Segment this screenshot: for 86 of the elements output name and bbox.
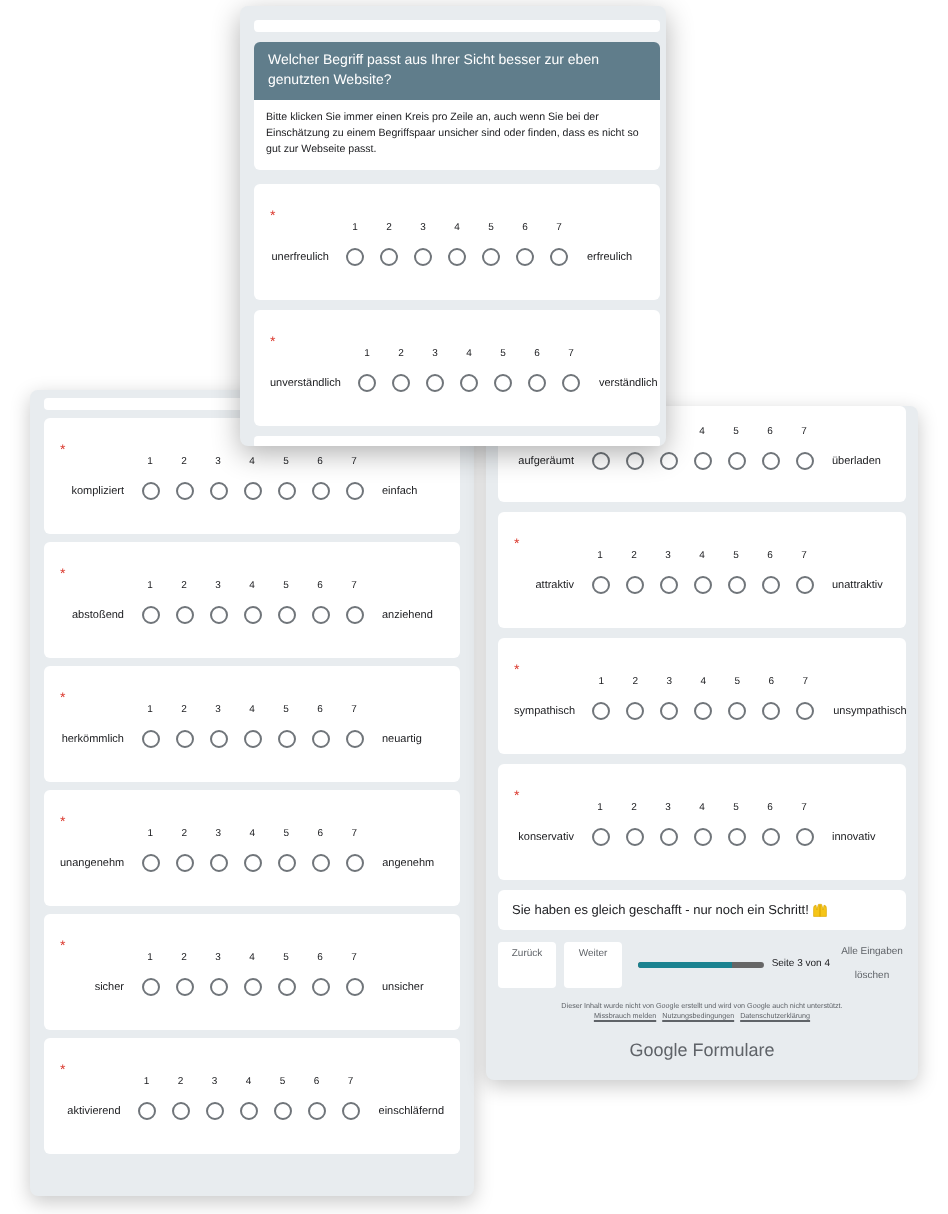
radio-button[interactable]	[591, 452, 609, 470]
radio-button[interactable]	[493, 374, 512, 392]
radio-button[interactable]	[175, 978, 193, 996]
radio-button[interactable]	[727, 576, 745, 594]
radio-button[interactable]	[175, 854, 194, 872]
brand-logo: Google Formulare	[627, 1040, 777, 1060]
radio-button[interactable]	[277, 854, 296, 872]
radio-button[interactable]	[591, 576, 609, 594]
radio-button[interactable]	[171, 1102, 190, 1120]
radio-button[interactable]	[660, 702, 679, 720]
radio-button[interactable]	[795, 452, 813, 470]
radio-button[interactable]	[141, 854, 160, 872]
radio-button[interactable]	[243, 730, 261, 748]
radio-button[interactable]	[626, 702, 645, 720]
radio-button[interactable]	[693, 576, 711, 594]
radio-button[interactable]	[346, 248, 364, 266]
radio-button[interactable]	[273, 1102, 292, 1120]
radio-button[interactable]	[311, 730, 329, 748]
radio-button[interactable]	[311, 606, 329, 624]
radio-button[interactable]	[311, 854, 330, 872]
radio-button[interactable]	[762, 702, 781, 720]
radio-button[interactable]	[311, 978, 329, 996]
radio-button[interactable]	[459, 374, 478, 392]
radio-button[interactable]	[625, 828, 643, 846]
radio-button[interactable]	[659, 452, 677, 470]
radio-button[interactable]	[239, 1102, 258, 1120]
radio-button[interactable]	[209, 606, 227, 624]
radio-button[interactable]	[277, 482, 295, 500]
radio-button[interactable]	[693, 828, 711, 846]
radio-button[interactable]	[141, 730, 159, 748]
radio-button[interactable]	[175, 482, 193, 500]
radio-button[interactable]	[209, 978, 227, 996]
radio-button[interactable]	[414, 248, 432, 266]
radio-button[interactable]	[391, 374, 410, 392]
radio-button[interactable]	[761, 452, 779, 470]
radio-button[interactable]	[277, 606, 295, 624]
radio-button[interactable]	[345, 854, 364, 872]
radio-button[interactable]	[209, 482, 227, 500]
radio-button[interactable]	[345, 606, 363, 624]
radio-button[interactable]	[761, 828, 779, 846]
radio-button[interactable]	[307, 1102, 326, 1120]
radio-button[interactable]	[243, 854, 262, 872]
radio-button[interactable]	[727, 452, 745, 470]
radio-button[interactable]	[380, 248, 398, 266]
radio-button[interactable]	[345, 730, 363, 748]
radio-button[interactable]	[277, 978, 295, 996]
radio-button[interactable]	[357, 374, 376, 392]
radio-button[interactable]	[175, 730, 193, 748]
radio-button[interactable]	[482, 248, 500, 266]
radio-button[interactable]	[659, 576, 677, 594]
radio-button[interactable]	[625, 452, 643, 470]
radio-button[interactable]	[311, 482, 329, 500]
radio-button[interactable]	[209, 730, 227, 748]
radio-button[interactable]	[694, 702, 713, 720]
radio-button[interactable]	[625, 576, 643, 594]
radio-button[interactable]	[795, 828, 813, 846]
radio-button[interactable]	[175, 606, 193, 624]
radio-button[interactable]	[341, 1102, 360, 1120]
radio-button[interactable]	[550, 248, 568, 266]
raised-hands-icon	[812, 902, 829, 918]
radio-button[interactable]	[141, 978, 159, 996]
radio-button[interactable]	[592, 702, 611, 720]
radio-button[interactable]	[209, 854, 228, 872]
radio-button[interactable]	[761, 576, 779, 594]
radio-button[interactable]	[141, 606, 159, 624]
radio-button[interactable]	[345, 978, 363, 996]
radio-button[interactable]	[137, 1102, 156, 1120]
radio-button[interactable]	[243, 978, 261, 996]
radio-button[interactable]	[728, 702, 747, 720]
radio-button[interactable]	[277, 730, 295, 748]
radio-button[interactable]	[243, 606, 261, 624]
radio-button[interactable]	[205, 1102, 224, 1120]
radio-button[interactable]	[693, 452, 711, 470]
radio-button[interactable]	[796, 702, 815, 720]
radio-button[interactable]	[795, 576, 813, 594]
radio-button[interactable]	[448, 248, 466, 266]
radio-button[interactable]	[727, 828, 745, 846]
radio-button[interactable]	[659, 828, 677, 846]
radio-button[interactable]	[345, 482, 363, 500]
radio-button[interactable]	[425, 374, 444, 392]
radio-button[interactable]	[516, 248, 534, 266]
radio-button[interactable]	[243, 482, 261, 500]
radio-button[interactable]	[561, 374, 580, 392]
radio-button[interactable]	[591, 828, 609, 846]
radio-button[interactable]	[527, 374, 546, 392]
radio-button[interactable]	[141, 482, 159, 500]
